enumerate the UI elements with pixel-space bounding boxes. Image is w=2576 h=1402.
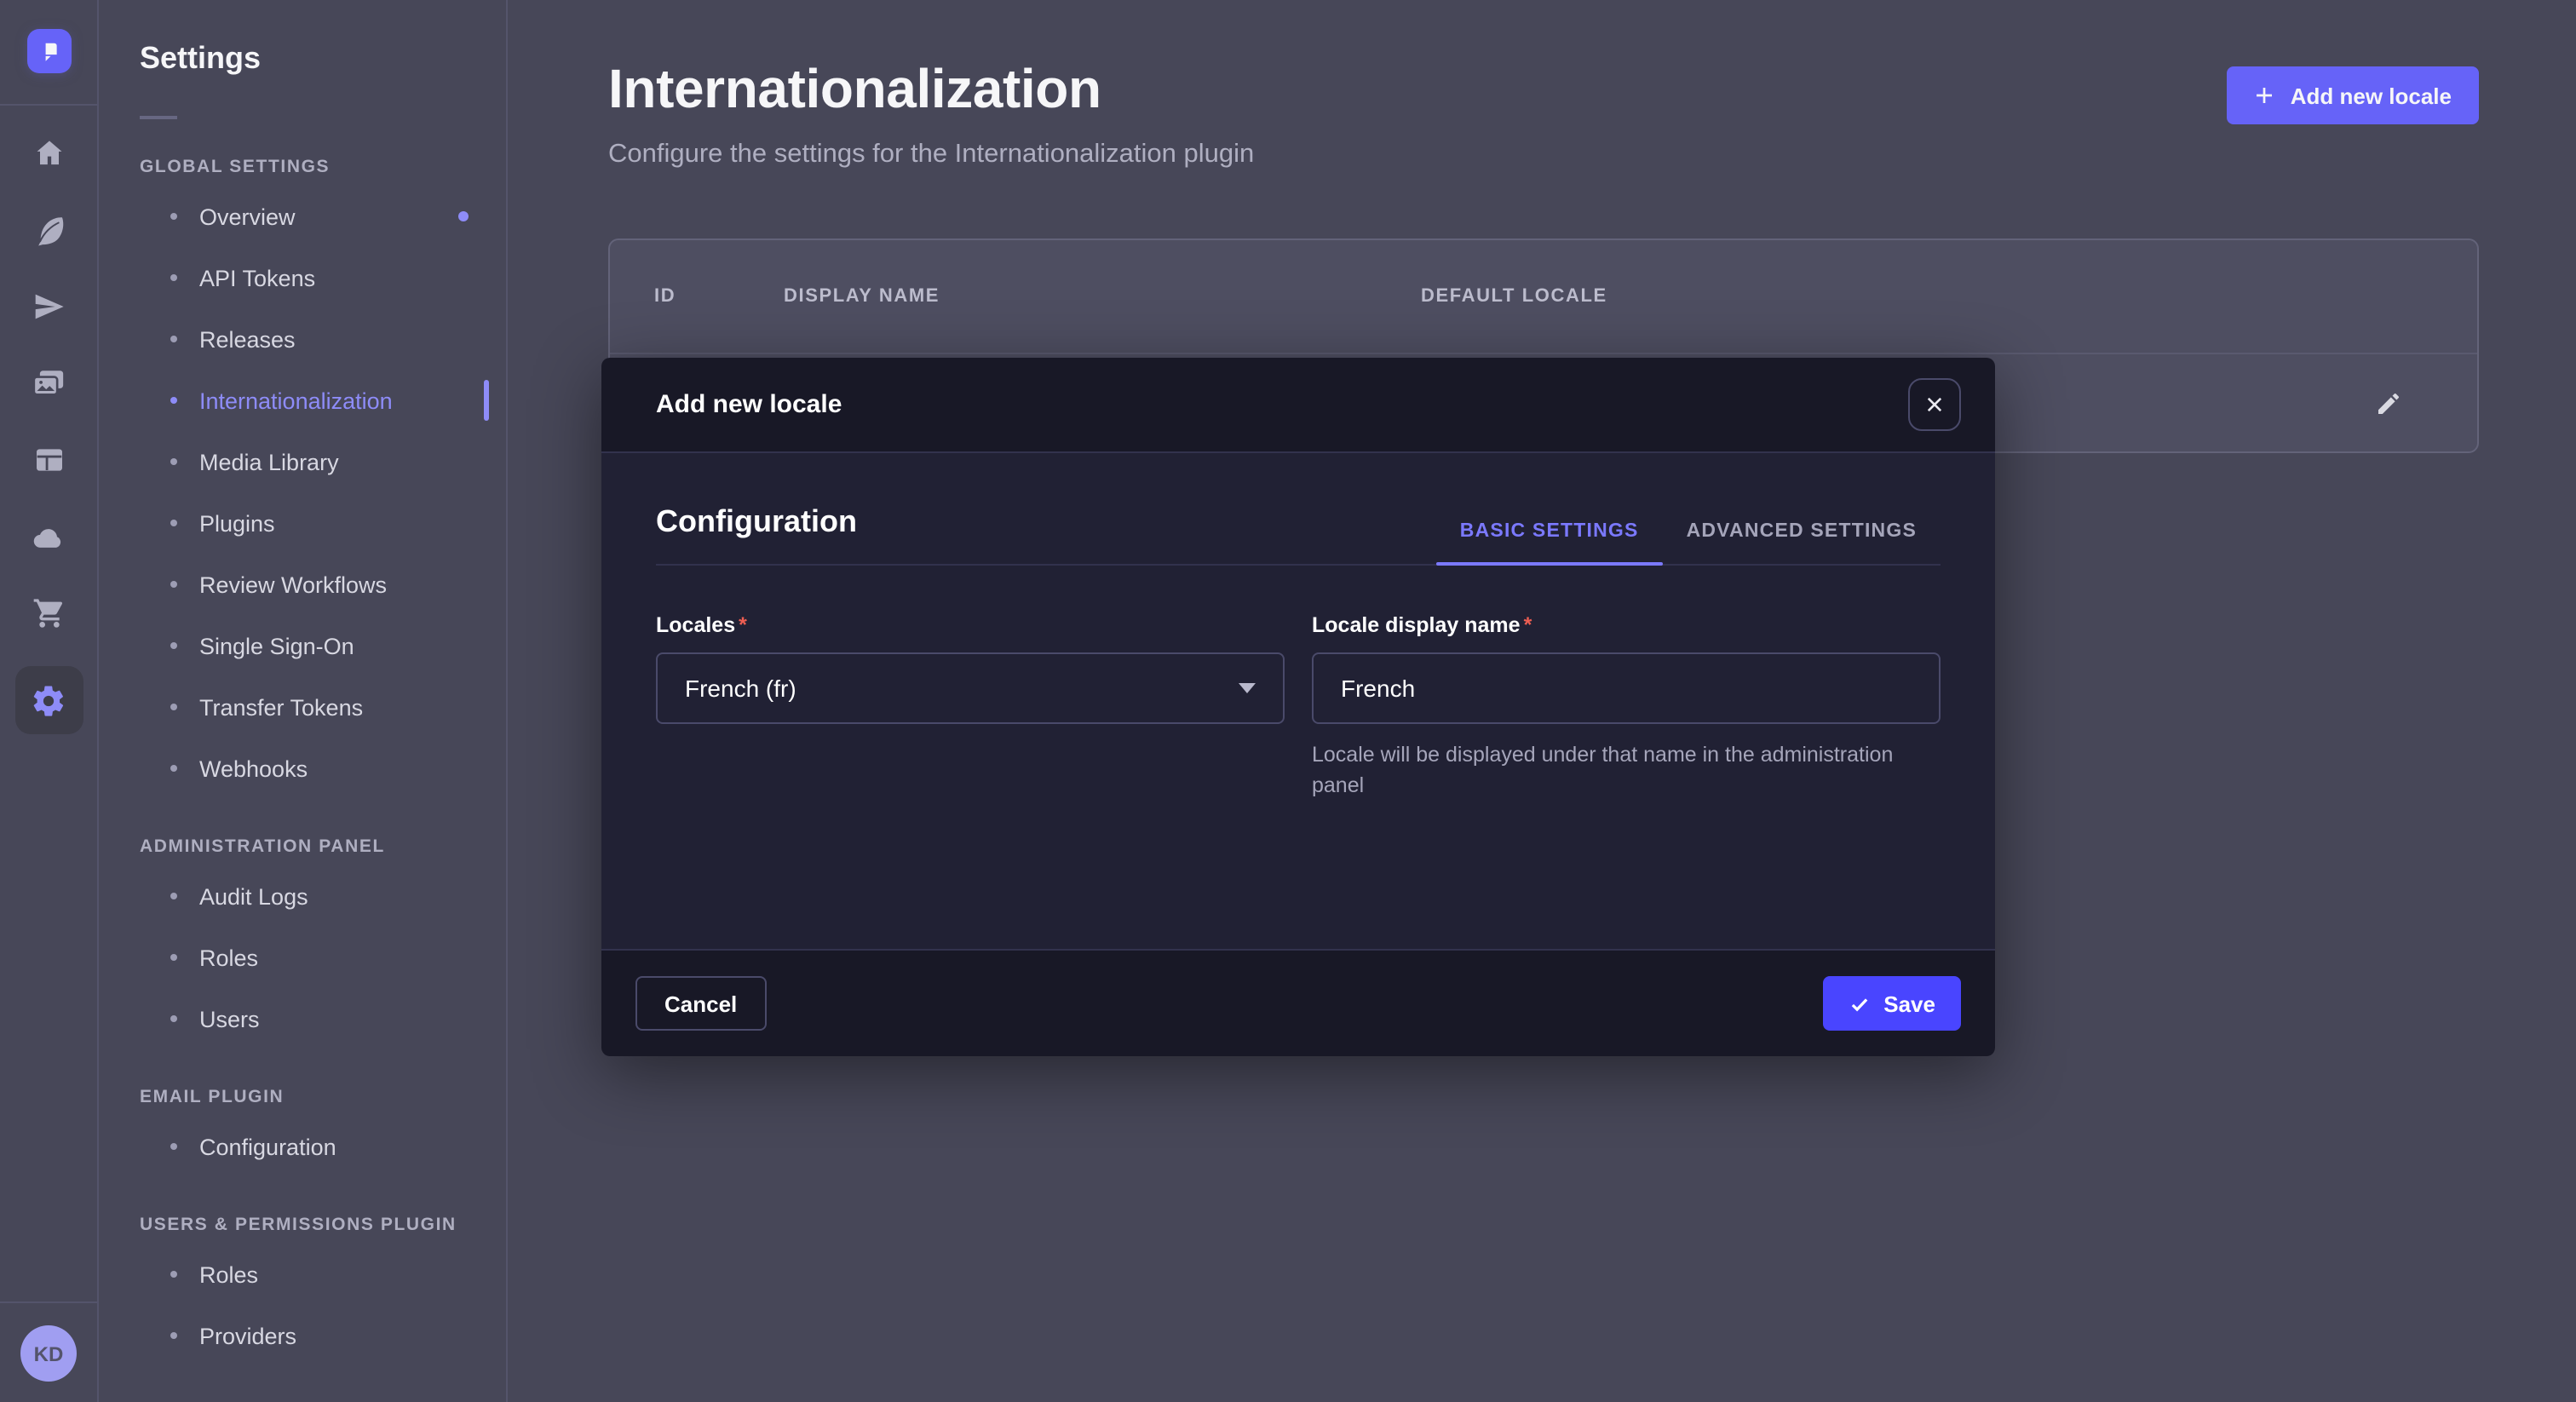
tab-basic-settings[interactable]: BASIC SETTINGS — [1436, 521, 1663, 564]
chevron-down-icon — [1239, 683, 1256, 693]
add-locale-modal: Add new locale Configuration BASIC SETTI… — [601, 358, 1995, 1056]
close-modal-button[interactable] — [1908, 378, 1961, 431]
modal-header: Add new locale — [601, 358, 1995, 453]
locales-select[interactable]: French (fr) — [656, 652, 1285, 724]
modal-footer: Cancel Save — [601, 949, 1995, 1056]
display-name-hint: Locale will be displayed under that name… — [1312, 739, 1925, 802]
locales-label: Locales — [656, 613, 747, 637]
modal-title: Add new locale — [656, 390, 842, 419]
tab-advanced-settings[interactable]: ADVANCED SETTINGS — [1663, 521, 1941, 564]
strapi-settings-app: KD Settings GLOBAL SETTINGSOverviewAPI T… — [0, 0, 2576, 1402]
save-button[interactable]: Save — [1822, 976, 1961, 1031]
locales-field: Locales French (fr) — [656, 610, 1285, 802]
cancel-button[interactable]: Cancel — [635, 976, 766, 1031]
configuration-heading: Configuration — [656, 504, 857, 540]
modal-tabs: BASIC SETTINGSADVANCED SETTINGS — [1436, 521, 1941, 564]
locales-select-value: French (fr) — [685, 675, 796, 702]
close-icon — [1923, 394, 1946, 416]
display-name-label: Locale display name — [1312, 613, 1532, 637]
modal-body: Configuration BASIC SETTINGSADVANCED SET… — [601, 453, 1995, 949]
display-name-field: Locale display name Locale will be displ… — [1312, 610, 1941, 802]
locale-display-name-input[interactable] — [1312, 652, 1941, 724]
check-icon — [1848, 992, 1870, 1014]
